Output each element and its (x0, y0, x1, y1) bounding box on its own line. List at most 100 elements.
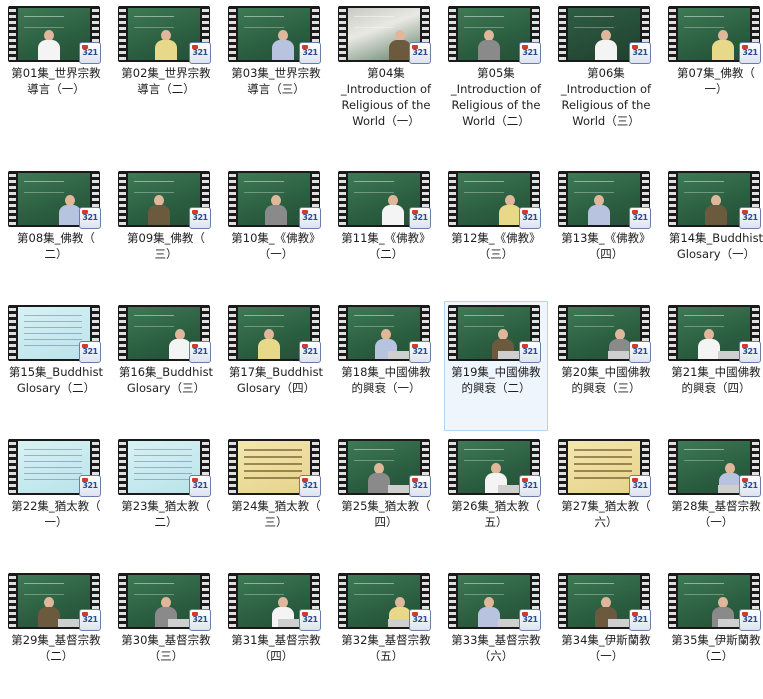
video-file-item[interactable]: 321 第32集_基督宗教 （五） (334, 569, 438, 699)
file-name-label[interactable]: 第20集_中國佛教 的興衰（三） (555, 364, 657, 396)
video-file-item[interactable]: 321 第06集 _Introduction of Religious of the W… (554, 2, 658, 132)
file-name-label[interactable]: 第10集_《佛教》 （一） (225, 230, 327, 262)
file-name-label[interactable]: 第14集_Buddhist Glosary（一） (665, 230, 763, 262)
video-thumbnail[interactable]: 321 (338, 439, 431, 497)
video-file-item[interactable]: 321 第09集_佛教（ 三） (114, 167, 218, 297)
video-thumbnail[interactable]: 321 (668, 439, 761, 497)
video-thumbnail[interactable]: 321 (8, 573, 101, 631)
video-file-item[interactable]: 321 第05集 _Introduction of Religious of the W… (444, 2, 548, 132)
file-name-label[interactable]: 第08集_佛教（ 二） (5, 230, 107, 262)
file-name-label[interactable]: 第26集_猶太教（ 五） (445, 498, 547, 530)
video-file-item[interactable]: 321 第14集_Buddhist Glosary（一） (664, 167, 763, 297)
file-name-label[interactable]: 第33集_基督宗教 （六） (445, 632, 547, 664)
video-thumbnail[interactable]: 321 (8, 305, 101, 363)
video-thumbnail[interactable]: 321 (338, 573, 431, 631)
video-thumbnail[interactable]: 321 (8, 171, 101, 229)
file-name-label[interactable]: 第24集_猶太教（ 三） (225, 498, 327, 530)
file-name-label[interactable]: 第25集_猶太教（ 四） (335, 498, 437, 530)
file-name-label[interactable]: 第13集_《佛教》 （四） (555, 230, 657, 262)
file-name-label[interactable]: 第31集_基督宗教 （四） (225, 632, 327, 664)
file-name-label[interactable]: 第22集_猶太教（ 一） (5, 498, 107, 530)
file-name-label[interactable]: 第06集 _Introduction of Religious of the Worl… (555, 65, 657, 129)
video-thumbnail[interactable]: 321 (118, 573, 211, 631)
video-thumbnail[interactable]: 321 (448, 171, 541, 229)
video-thumbnail[interactable]: 321 (338, 6, 431, 64)
video-file-item[interactable]: 321 第04集 _Introduction of Religious of the W… (334, 2, 438, 132)
video-thumbnail[interactable]: 321 (118, 305, 211, 363)
video-thumbnail[interactable]: 321 (228, 171, 321, 229)
file-name-label[interactable]: 第34集_伊斯蘭教 （一） (555, 632, 657, 664)
video-thumbnail[interactable]: 321 (668, 305, 761, 363)
video-file-item[interactable]: 321 第19集_中國佛教 的興衰（二） (444, 301, 548, 431)
video-file-item[interactable]: 321 第10集_《佛教》 （一） (224, 167, 328, 297)
video-file-item[interactable]: 321 第33集_基督宗教 （六） (444, 569, 548, 699)
video-thumbnail[interactable]: 321 (8, 439, 101, 497)
video-file-item[interactable]: 321 第27集_猶太教（ 六） (554, 435, 658, 565)
video-file-item[interactable]: 321 第02集_世界宗教 導言（二） (114, 2, 218, 132)
file-name-label[interactable]: 第03集_世界宗教 導言（三） (225, 65, 327, 97)
file-name-label[interactable]: 第15集_Buddhist Glosary（二） (5, 364, 107, 396)
video-file-item[interactable]: 321 第31集_基督宗教 （四） (224, 569, 328, 699)
video-thumbnail[interactable]: 321 (228, 6, 321, 64)
video-file-item[interactable]: 321 第11集_《佛教》 （二） (334, 167, 438, 297)
file-name-label[interactable]: 第23集_猶太教（ 二） (115, 498, 217, 530)
video-thumbnail[interactable]: 321 (558, 439, 651, 497)
video-thumbnail[interactable]: 321 (668, 171, 761, 229)
video-file-item[interactable]: 321 第01集_世界宗教 導言（一） (4, 2, 108, 132)
video-file-item[interactable]: 321 第25集_猶太教（ 四） (334, 435, 438, 565)
video-file-item[interactable]: 321 第28集_基督宗教 （一） (664, 435, 763, 565)
video-file-item[interactable]: 321 第22集_猶太教（ 一） (4, 435, 108, 565)
video-thumbnail[interactable]: 321 (228, 439, 321, 497)
video-file-item[interactable]: 321 第30集_基督宗教 （三） (114, 569, 218, 699)
video-file-item[interactable]: 321 第18集_中國佛教 的興衰（一） (334, 301, 438, 431)
video-thumbnail[interactable]: 321 (118, 171, 211, 229)
video-thumbnail[interactable]: 321 (448, 305, 541, 363)
video-thumbnail[interactable]: 321 (448, 439, 541, 497)
file-name-label[interactable]: 第16集_Buddhist Glosary（三） (115, 364, 217, 396)
video-file-item[interactable]: 321 第23集_猶太教（ 二） (114, 435, 218, 565)
file-name-label[interactable]: 第27集_猶太教（ 六） (555, 498, 657, 530)
file-name-label[interactable]: 第29集_基督宗教 （二） (5, 632, 107, 664)
file-name-label[interactable]: 第01集_世界宗教 導言（一） (5, 65, 107, 97)
video-file-item[interactable]: 321 第20集_中國佛教 的興衰（三） (554, 301, 658, 431)
video-file-item[interactable]: 321 第03集_世界宗教 導言（三） (224, 2, 328, 132)
video-thumbnail[interactable]: 321 (668, 573, 761, 631)
file-name-label[interactable]: 第21集_中國佛教 的興衰（四） (665, 364, 763, 396)
video-thumbnail[interactable]: 321 (558, 573, 651, 631)
file-name-label[interactable]: 第32集_基督宗教 （五） (335, 632, 437, 664)
file-name-label[interactable]: 第12集_《佛教》 （三） (445, 230, 547, 262)
video-file-item[interactable]: 321 第16集_Buddhist Glosary（三） (114, 301, 218, 431)
file-name-label[interactable]: 第35集_伊斯蘭教 （二） (665, 632, 763, 664)
video-file-item[interactable]: 321 第07集_佛教（ 一） (664, 2, 763, 132)
file-name-label[interactable]: 第07集_佛教（ 一） (665, 65, 763, 97)
video-thumbnail[interactable]: 321 (448, 573, 541, 631)
video-thumbnail[interactable]: 321 (8, 6, 101, 64)
video-thumbnail[interactable]: 321 (118, 6, 211, 64)
video-thumbnail[interactable]: 321 (558, 6, 651, 64)
video-thumbnail[interactable]: 321 (118, 439, 211, 497)
video-file-item[interactable]: 321 第13集_《佛教》 （四） (554, 167, 658, 297)
video-thumbnail[interactable]: 321 (228, 305, 321, 363)
video-file-item[interactable]: 321 第26集_猶太教（ 五） (444, 435, 548, 565)
video-thumbnail[interactable]: 321 (558, 305, 651, 363)
file-name-label[interactable]: 第11集_《佛教》 （二） (335, 230, 437, 262)
file-name-label[interactable]: 第19集_中國佛教 的興衰（二） (445, 364, 547, 396)
video-file-item[interactable]: 321 第34集_伊斯蘭教 （一） (554, 569, 658, 699)
video-thumbnail[interactable]: 321 (228, 573, 321, 631)
file-name-label[interactable]: 第28集_基督宗教 （一） (665, 498, 763, 530)
video-file-item[interactable]: 321 第12集_《佛教》 （三） (444, 167, 548, 297)
file-name-label[interactable]: 第30集_基督宗教 （三） (115, 632, 217, 664)
file-name-label[interactable]: 第18集_中國佛教 的興衰（一） (335, 364, 437, 396)
file-name-label[interactable]: 第17集_Buddhist Glosary（四） (225, 364, 327, 396)
video-thumbnail[interactable]: 321 (338, 305, 431, 363)
file-name-label[interactable]: 第04集 _Introduction of Religious of the Worl… (335, 65, 437, 129)
video-file-item[interactable]: 321 第21集_中國佛教 的興衰（四） (664, 301, 763, 431)
file-name-label[interactable]: 第09集_佛教（ 三） (115, 230, 217, 262)
video-file-item[interactable]: 321 第35集_伊斯蘭教 （二） (664, 569, 763, 699)
video-file-item[interactable]: 321 第08集_佛教（ 二） (4, 167, 108, 297)
video-thumbnail[interactable]: 321 (668, 6, 761, 64)
video-thumbnail[interactable]: 321 (338, 171, 431, 229)
video-file-item[interactable]: 321 第24集_猶太教（ 三） (224, 435, 328, 565)
video-thumbnail[interactable]: 321 (448, 6, 541, 64)
video-file-item[interactable]: 321 第17集_Buddhist Glosary（四） (224, 301, 328, 431)
